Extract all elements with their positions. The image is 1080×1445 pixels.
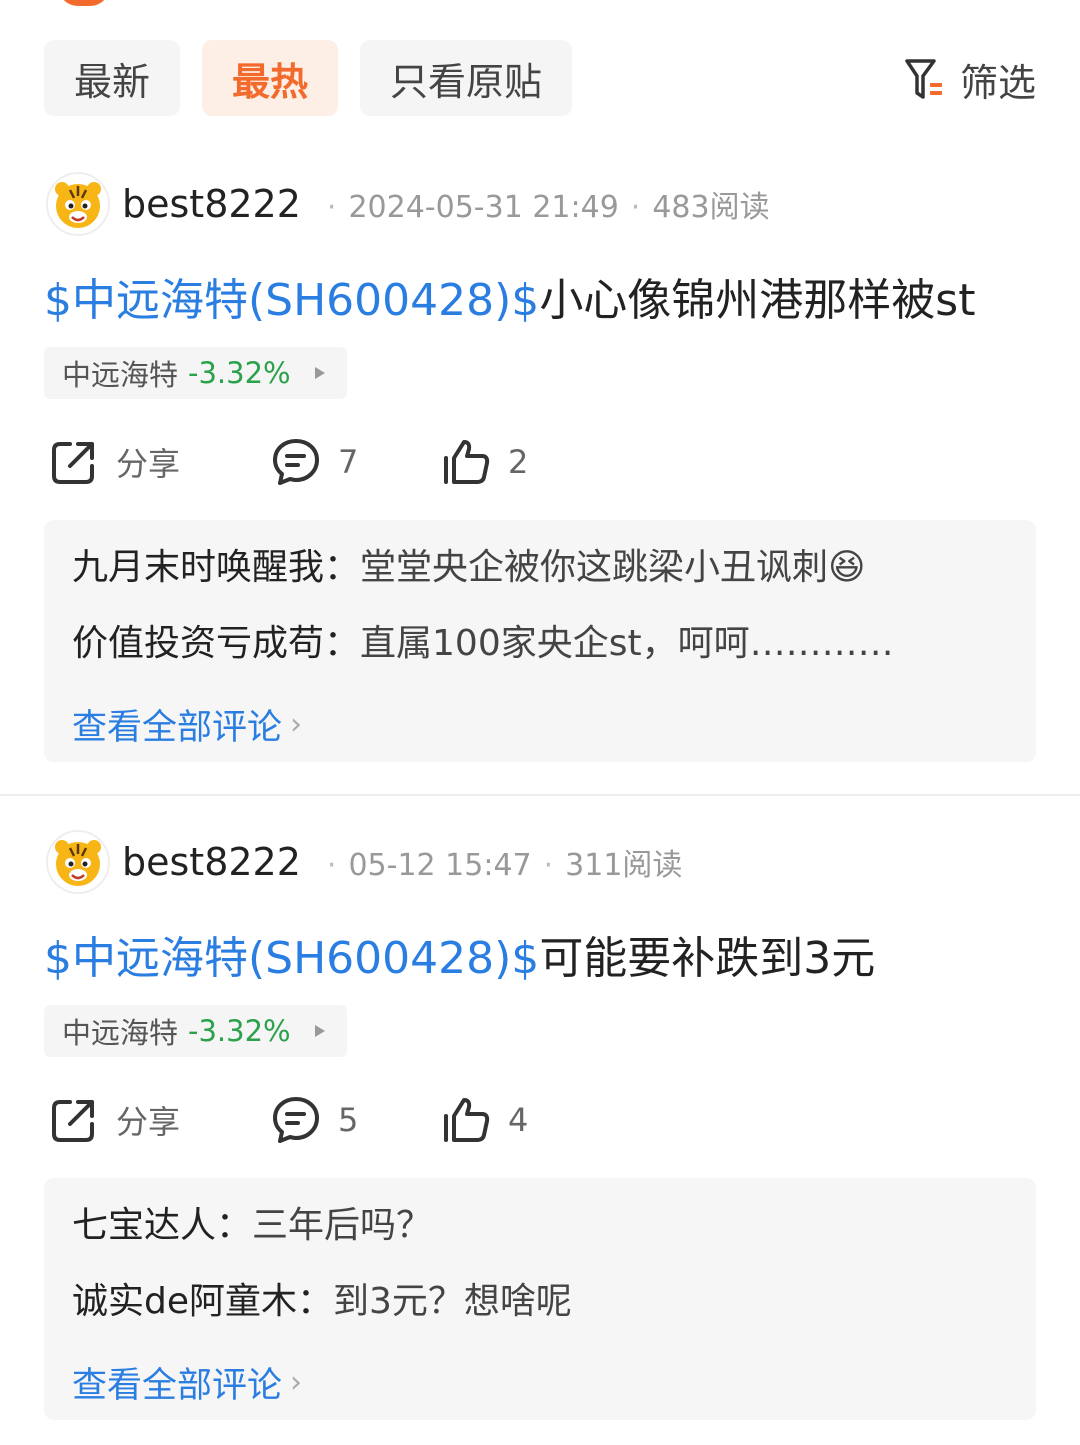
post-time: 05-12 15:47 — [348, 848, 532, 883]
tiger-avatar-icon — [55, 840, 101, 886]
author-row: best8222 · 05-12 15:47 · 311阅读 — [46, 830, 682, 894]
read-count: 311阅读 — [565, 848, 683, 883]
action-bar: 分享 5 4 — [48, 1090, 528, 1150]
comment-item[interactable]: 七宝达人：三年后吗？ — [72, 1200, 1008, 1276]
comment-text: 到3元？想啥呢 — [333, 1281, 572, 1322]
separator-dot: · — [326, 190, 337, 225]
tab-original-only[interactable]: 只看原贴 — [360, 40, 573, 116]
comment-item[interactable]: 价值投资亏成苟：直属100家央企st，呵呵………… — [72, 618, 1008, 694]
like-button[interactable]: 4 — [440, 1094, 528, 1146]
view-all-comments-link[interactable]: 查看全部评论 › — [72, 1352, 1008, 1412]
separator-dot: · — [630, 190, 641, 225]
share-icon — [52, 442, 94, 484]
commenter-name: 诚实de阿童木： — [72, 1281, 334, 1322]
view-all-comments-link[interactable]: 查看全部评论 › — [72, 694, 1008, 754]
thumbs-up-icon — [444, 1098, 490, 1142]
comment-item[interactable]: 九月末时唤醒我：堂堂央企被你这跳梁小丑讽刺😆 — [72, 542, 1008, 618]
commenter-name: 七宝达人： — [72, 1205, 253, 1246]
stock-tag-link[interactable]: $中远海特(SH600428)$ — [44, 933, 539, 984]
chevron-right-icon: › — [290, 706, 303, 742]
like-count: 2 — [508, 443, 529, 481]
comment-icon — [273, 439, 319, 485]
like-button[interactable]: 2 — [440, 436, 528, 488]
comment-text: 三年后吗？ — [252, 1205, 433, 1246]
view-all-label: 查看全部评论 — [72, 1365, 283, 1406]
username[interactable]: best8222 — [122, 182, 301, 226]
chevron-right-icon — [314, 367, 325, 379]
filter-label: 筛选 — [959, 61, 1036, 105]
chevron-right-icon: › — [290, 1364, 303, 1400]
tab-hottest[interactable]: 最热 — [202, 40, 339, 116]
comment-button[interactable]: 5 — [270, 1094, 440, 1146]
separator-dot: · — [543, 848, 554, 883]
post-time: 2024-05-31 21:49 — [348, 190, 619, 225]
comment-item[interactable]: 诚实de阿童木：到3元？想啥呢 — [72, 1276, 1008, 1352]
page: 最新 最热 只看原贴 筛选 best8222 · 2024-05-31 21:4… — [0, 0, 1080, 1445]
post-content[interactable]: $中远海特(SH600428)$可能要补跌到3元 — [44, 922, 875, 986]
comment-button[interactable]: 7 — [270, 436, 440, 488]
filter-icon — [905, 58, 942, 99]
share-button[interactable]: 分享 — [48, 1094, 270, 1146]
stock-chip[interactable]: 中远海特 -3.32% — [44, 347, 347, 399]
post-body: 小心像锦州港那样被st — [539, 275, 976, 326]
separator-dot: · — [326, 848, 337, 883]
view-all-label: 查看全部评论 — [72, 707, 283, 748]
share-button[interactable]: 分享 — [48, 436, 270, 488]
avatar[interactable] — [46, 172, 110, 236]
stock-chip-change: -3.32% — [188, 356, 291, 390]
read-count: 483阅读 — [652, 190, 770, 225]
comment-icon — [273, 1097, 319, 1143]
thumbs-up-icon — [444, 440, 490, 484]
post-body: 可能要补跌到3元 — [539, 933, 876, 984]
comment-count: 5 — [338, 1101, 359, 1139]
post-meta: · 05-12 15:47 · 311阅读 — [315, 840, 683, 884]
comment-count: 7 — [338, 443, 359, 481]
comment-preview: 七宝达人：三年后吗？ 诚实de阿童木：到3元？想啥呢 查看全部评论 › — [44, 1178, 1036, 1420]
username[interactable]: best8222 — [122, 840, 301, 884]
stock-chip[interactable]: 中远海特 -3.32% — [44, 1005, 347, 1057]
commenter-name: 九月末时唤醒我： — [72, 547, 361, 588]
tab-latest[interactable]: 最新 — [44, 40, 181, 116]
stock-chip-name: 中远海特 — [62, 1016, 179, 1050]
comment-text: 堂堂央企被你这跳梁小丑讽刺😆 — [360, 547, 866, 588]
sort-tabs: 最新 最热 只看原贴 — [44, 40, 573, 116]
action-bar: 分享 7 2 — [48, 432, 528, 492]
tiger-avatar-icon — [55, 182, 101, 228]
stock-tag-link[interactable]: $中远海特(SH600428)$ — [44, 275, 539, 326]
comment-preview: 九月末时唤醒我：堂堂央企被你这跳梁小丑讽刺😆 价值投资亏成苟：直属100家央企s… — [44, 520, 1036, 762]
author-row: best8222 · 2024-05-31 21:49 · 483阅读 — [46, 172, 770, 236]
comment-text: 直属100家央企st，呵呵………… — [360, 623, 894, 664]
stock-chip-change: -3.32% — [188, 1014, 291, 1048]
like-count: 4 — [508, 1101, 529, 1139]
share-label: 分享 — [116, 445, 181, 483]
divider — [0, 794, 1080, 796]
share-label: 分享 — [116, 1103, 181, 1141]
post-content[interactable]: $中远海特(SH600428)$小心像锦州港那样被st — [44, 264, 976, 328]
share-icon — [52, 1100, 94, 1142]
commenter-name: 价值投资亏成苟： — [72, 623, 361, 664]
stock-chip-name: 中远海特 — [62, 358, 179, 392]
top-app-logo-edge — [58, 0, 110, 6]
avatar[interactable] — [46, 830, 110, 894]
post-meta: · 2024-05-31 21:49 · 483阅读 — [315, 182, 770, 226]
filter-button[interactable]: 筛选 — [904, 52, 1036, 107]
chevron-right-icon — [314, 1025, 325, 1037]
